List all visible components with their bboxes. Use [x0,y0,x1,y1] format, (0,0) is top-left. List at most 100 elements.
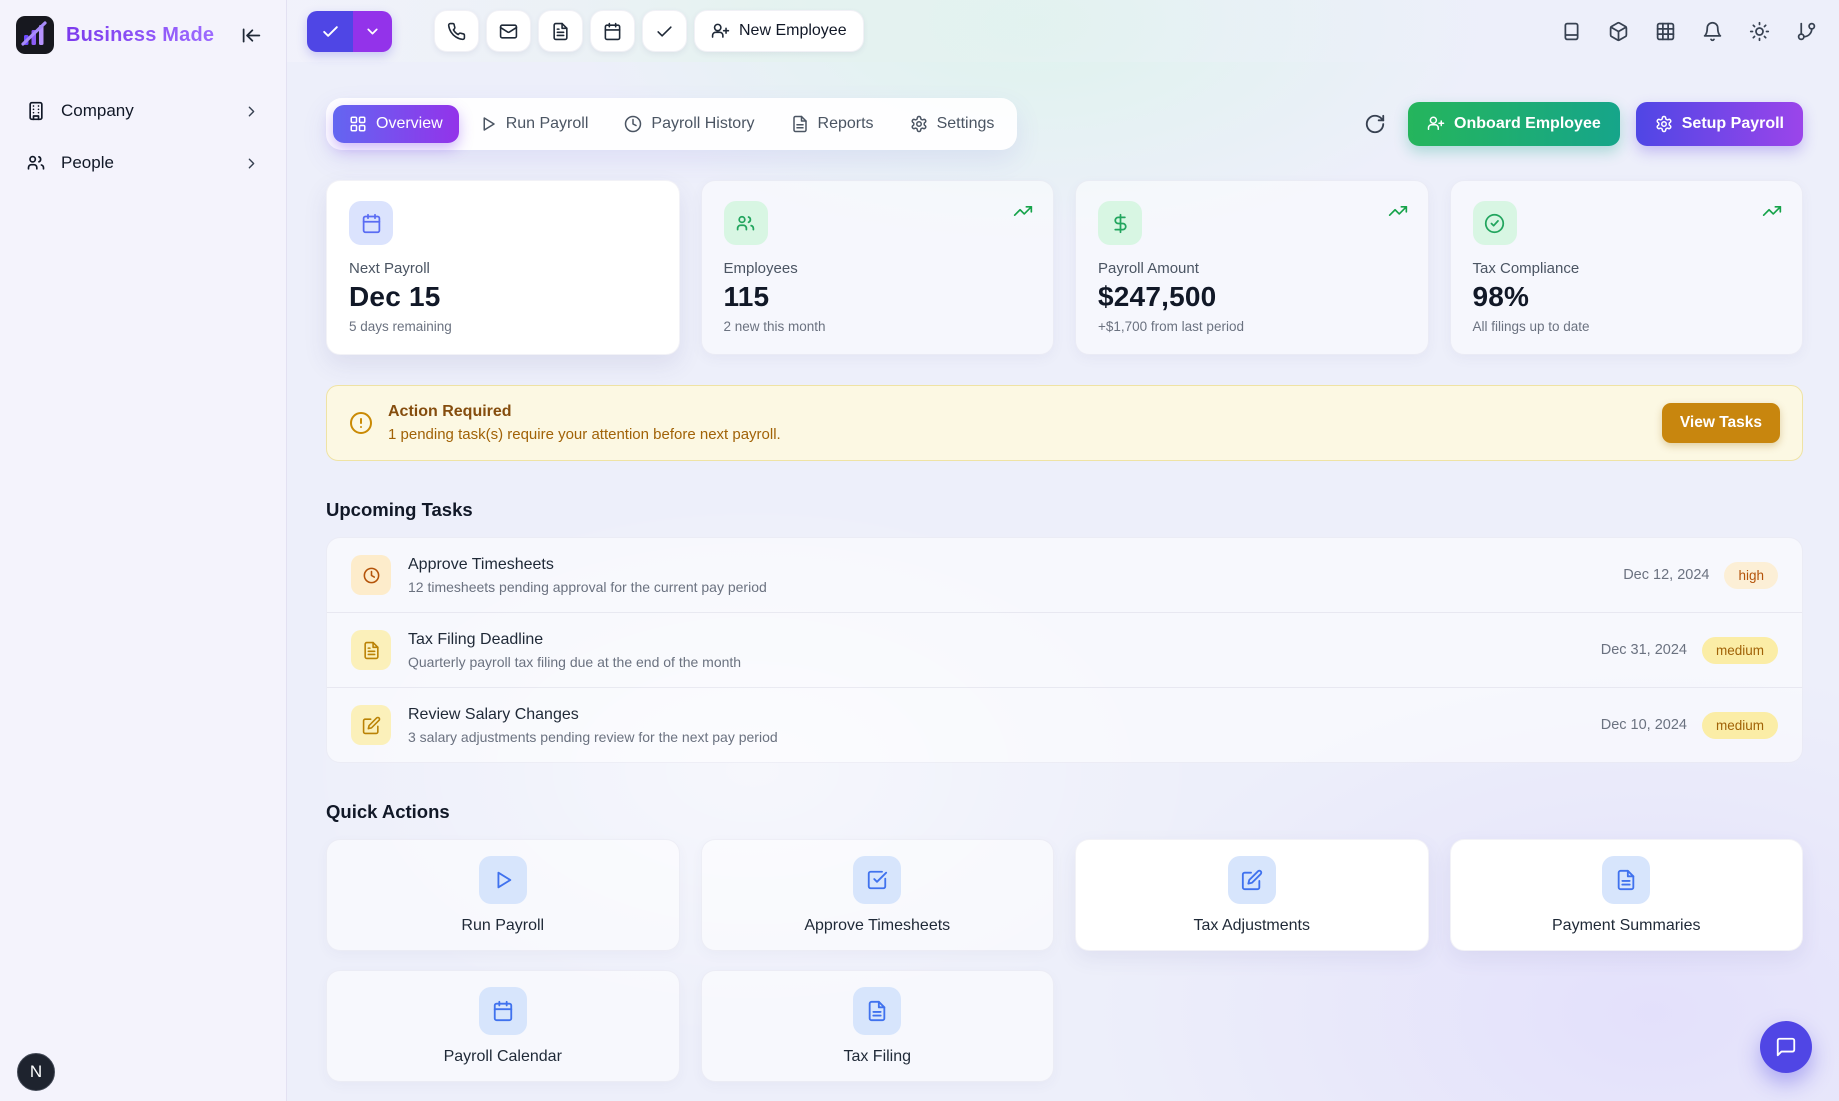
approve-button[interactable] [642,10,687,52]
check-square-icon [853,856,901,904]
task-description: Quarterly payroll tax filing due at the … [408,654,741,670]
quick-action-label: Payment Summaries [1552,917,1701,935]
sidebar-item-label: Company [61,101,134,121]
check-icon[interactable] [307,11,353,52]
notifications-button[interactable] [1702,21,1723,42]
quick-action-approve-timesheets[interactable]: Approve Timesheets [701,839,1055,951]
chat-button[interactable] [1760,1021,1812,1073]
quick-action-label: Approve Timesheets [804,917,950,935]
chevron-right-icon [243,155,260,172]
setup-payroll-button[interactable]: Setup Payroll [1636,102,1803,146]
stat-label: Payroll Amount [1098,260,1406,277]
quick-action-tax-filing[interactable]: Tax Filing [701,970,1055,1082]
header-right-icons [1561,21,1817,42]
file-text-icon [791,115,809,133]
grid-button[interactable] [1655,21,1676,42]
tab-label: Reports [818,115,874,133]
priority-badge: medium [1702,637,1778,664]
users-icon [26,153,46,173]
task-title: Approve Timesheets [408,556,767,574]
stat-card-next-payroll: Next Payroll Dec 15 5 days remaining [326,180,680,355]
quick-action-label: Run Payroll [461,917,544,935]
task-body: Tax Filing Deadline Quarterly payroll ta… [408,631,741,670]
tab-settings[interactable]: Settings [894,105,1011,143]
task-row-approve-timesheets[interactable]: Approve Timesheets 12 timesheets pending… [327,538,1802,612]
topbar-actions: Onboard Employee Setup Payroll [1358,102,1803,146]
tab-label: Payroll History [651,115,754,133]
stat-sub: 5 days remaining [349,319,657,334]
task-meta: Dec 12, 2024 high [1623,562,1778,589]
task-meta: Dec 31, 2024 medium [1601,637,1778,664]
stat-label: Tax Compliance [1473,260,1781,277]
quick-action-run-payroll[interactable]: Run Payroll [326,839,680,951]
tab-label: Run Payroll [506,115,589,133]
play-icon [479,115,497,133]
tab-overview[interactable]: Overview [333,105,459,143]
upcoming-tasks-list: Approve Timesheets 12 timesheets pending… [326,537,1803,763]
theme-toggle-button[interactable] [1749,21,1770,42]
chevron-down-icon[interactable] [353,11,392,52]
stat-label: Next Payroll [349,260,657,277]
phone-button[interactable] [434,10,479,52]
new-employee-button[interactable]: New Employee [694,10,864,52]
git-branch-icon [1796,21,1817,42]
task-description: 3 salary adjustments pending review for … [408,729,778,745]
git-branch-button[interactable] [1796,21,1817,42]
tab-label: Overview [376,115,443,133]
calendar-icon [349,201,393,245]
trending-up-icon [1762,201,1782,221]
dev-tools-badge[interactable]: N [17,1053,55,1091]
mail-icon [499,22,518,41]
sidebar-item-label: People [61,153,114,173]
sidebar-item-people[interactable]: People [12,140,274,186]
collapse-sidebar-icon [241,25,262,46]
task-meta: Dec 10, 2024 medium [1601,712,1778,739]
calendar-icon [603,22,622,41]
chevron-right-icon [243,103,260,120]
edit-icon [351,705,391,745]
stat-card-employees: Employees 115 2 new this month [701,180,1055,355]
view-tasks-button[interactable]: View Tasks [1662,403,1780,443]
app-logo [16,16,54,54]
onboard-employee-button[interactable]: Onboard Employee [1408,102,1620,146]
refresh-button[interactable] [1358,107,1392,141]
sidebar-item-company[interactable]: Company [12,88,274,134]
approve-split-button[interactable] [307,11,392,52]
stat-card-tax-compliance: Tax Compliance 98% All filings up to dat… [1450,180,1804,355]
package-button[interactable] [1608,21,1629,42]
task-row-tax-filing-deadline[interactable]: Tax Filing Deadline Quarterly payroll ta… [327,612,1802,687]
task-body: Approve Timesheets 12 timesheets pending… [408,556,767,595]
play-icon [479,856,527,904]
setup-payroll-label: Setup Payroll [1682,115,1784,133]
quick-action-payment-summaries[interactable]: Payment Summaries [1450,839,1804,951]
trending-up-icon [1388,201,1408,221]
onboard-employee-label: Onboard Employee [1454,115,1601,133]
top-toolbar: New Employee [287,0,1839,62]
task-row-review-salary-changes[interactable]: Review Salary Changes 3 salary adjustmen… [327,687,1802,762]
sidebar: Business Made Company P [0,0,287,1101]
stat-card-payroll-amount: Payroll Amount $247,500 +$1,700 from las… [1075,180,1429,355]
document-button[interactable] [538,10,583,52]
panel-bottom-button[interactable] [1561,21,1582,42]
tab-payroll-history[interactable]: Payroll History [608,105,770,143]
file-text-icon [551,22,570,41]
refresh-icon [1364,113,1386,135]
stat-label: Employees [724,260,1032,277]
mail-button[interactable] [486,10,531,52]
users-icon [724,201,768,245]
page-content: Overview Run Payroll Payroll History [287,62,1839,1101]
user-plus-icon [1427,115,1445,133]
tab-run-payroll[interactable]: Run Payroll [463,105,605,143]
sidebar-collapse-button[interactable] [234,18,268,52]
stat-value: 98% [1473,281,1781,313]
task-body: Review Salary Changes 3 salary adjustmen… [408,706,778,745]
stat-sub: +$1,700 from last period [1098,319,1406,334]
quick-action-payroll-calendar[interactable]: Payroll Calendar [326,970,680,1082]
trending-up-icon [1013,201,1033,221]
alert-circle-icon [349,411,373,435]
quick-action-tax-adjustments[interactable]: Tax Adjustments [1075,839,1429,951]
gear-icon [1655,115,1673,133]
gear-icon [910,115,928,133]
tab-reports[interactable]: Reports [775,105,890,143]
calendar-button[interactable] [590,10,635,52]
